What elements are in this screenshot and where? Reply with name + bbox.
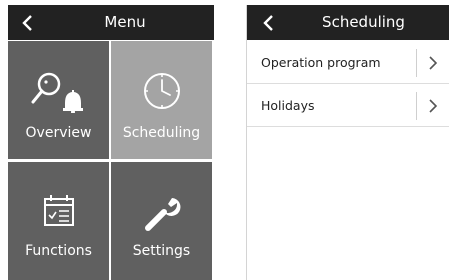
overview-icon bbox=[8, 69, 109, 113]
overview-label: Overview bbox=[25, 125, 92, 141]
clock-icon bbox=[111, 69, 212, 113]
overview-tile[interactable]: Overview bbox=[8, 41, 109, 159]
scheduling-header: Scheduling bbox=[247, 5, 449, 40]
scheduling-title: Scheduling bbox=[322, 13, 405, 31]
divider bbox=[416, 49, 417, 77]
list-item-label: Holidays bbox=[261, 98, 315, 113]
scheduling-tile[interactable]: Scheduling bbox=[111, 41, 212, 159]
menu-header: Menu bbox=[8, 5, 214, 40]
functions-label: Functions bbox=[25, 243, 92, 259]
menu-screen: Menu Overview Scheduling Functions Setti… bbox=[8, 5, 214, 280]
scheduling-label: Scheduling bbox=[122, 125, 201, 141]
settings-tile[interactable]: Settings bbox=[111, 162, 212, 280]
settings-label: Settings bbox=[132, 243, 191, 259]
list-item-operation-program[interactable]: Operation program bbox=[247, 43, 449, 84]
divider bbox=[416, 92, 417, 120]
list-item-holidays[interactable]: Holidays bbox=[247, 86, 449, 127]
scheduling-screen: Scheduling Operation program Holidays bbox=[246, 5, 449, 280]
functions-tile[interactable]: Functions bbox=[8, 162, 109, 280]
back-arrow-icon[interactable] bbox=[20, 14, 36, 32]
calendar-icon bbox=[8, 190, 109, 234]
list-item-label: Operation program bbox=[261, 55, 381, 70]
chevron-right-icon[interactable] bbox=[426, 97, 440, 115]
back-arrow-icon[interactable] bbox=[261, 14, 277, 32]
wrench-icon bbox=[111, 190, 212, 234]
menu-title: Menu bbox=[104, 13, 146, 31]
chevron-right-icon[interactable] bbox=[426, 54, 440, 72]
